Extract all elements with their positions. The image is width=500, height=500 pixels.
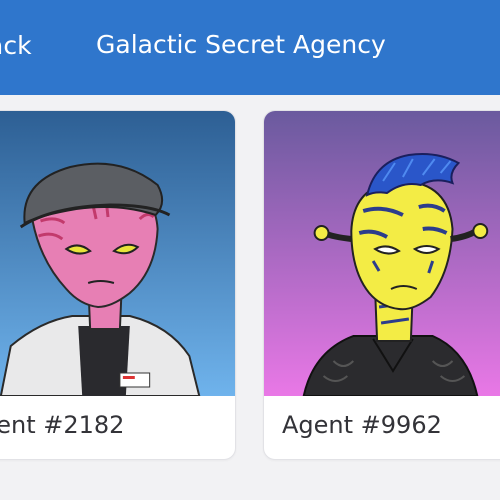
agent-name: gent #2182 bbox=[0, 411, 125, 439]
yellow-alien-portrait-icon bbox=[264, 111, 500, 396]
pink-alien-portrait-icon bbox=[0, 111, 235, 396]
page-title: Galactic Secret Agency bbox=[96, 30, 386, 59]
agent-name: Agent #9962 bbox=[282, 411, 442, 439]
agent-card[interactable]: Agent #9962 bbox=[263, 110, 500, 460]
agent-card[interactable]: gent #2182 bbox=[0, 110, 236, 460]
app-header: ack Galactic Secret Agency bbox=[0, 0, 500, 95]
back-button[interactable]: ack bbox=[0, 31, 32, 60]
